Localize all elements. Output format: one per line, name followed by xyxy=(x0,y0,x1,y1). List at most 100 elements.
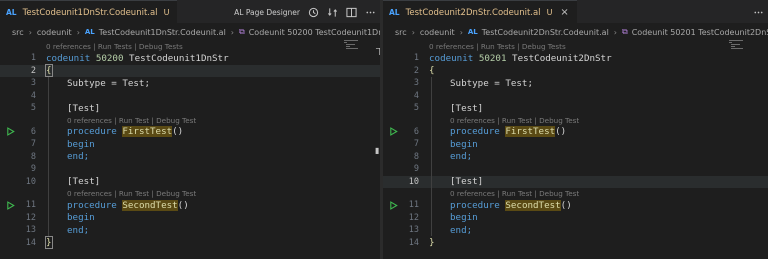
breadcrumb-symbol[interactable]: Codeunit 50201 TestCodeunit2DnStr xyxy=(632,28,768,37)
chevron-right-icon: › xyxy=(28,27,32,37)
line-content: [Test] xyxy=(450,176,484,188)
codelens-top[interactable]: 0 references | Run Tests | Debug Tests xyxy=(429,42,566,51)
minimap[interactable] xyxy=(344,40,372,62)
line-number: 1 xyxy=(413,53,419,64)
code-editor[interactable]: 0 references | Run Tests | Debug Tests 1… xyxy=(0,40,380,259)
brace: { xyxy=(45,64,53,78)
line-number: 5 xyxy=(413,103,419,114)
code-line: 14 } xyxy=(383,237,768,250)
code-editor[interactable]: 0 references | Run Tests | Debug Tests 1… xyxy=(383,40,768,259)
chevron-right-icon: › xyxy=(411,27,415,37)
minimap-line xyxy=(346,44,355,45)
code-line: 9 xyxy=(383,163,768,176)
history-icon[interactable] xyxy=(307,6,319,18)
line-number: 7 xyxy=(30,139,36,150)
line-number: 10 xyxy=(25,176,36,187)
codelens-first[interactable]: 0 references | Run Test | Debug Test xyxy=(450,116,579,125)
keyword: procedure xyxy=(67,126,117,138)
breadcrumb-src[interactable]: src xyxy=(395,28,407,37)
ellipsis-icon[interactable] xyxy=(752,6,764,18)
line-content: [Test] xyxy=(67,102,101,114)
code-line: 2 { xyxy=(383,65,768,78)
codelens-row: 0 references | Run Test | Debug Test xyxy=(383,188,768,199)
tab-bar: AL TestCodeunit1DnStr.Codeunit.al U AL P… xyxy=(0,0,380,24)
code-line: 7 begin xyxy=(383,138,768,151)
codelens-second[interactable]: 0 references | Run Test | Debug Test xyxy=(450,189,579,198)
codelens-top[interactable]: 0 references | Run Tests | Debug Tests xyxy=(46,42,183,51)
tab-testcodeunit2[interactable]: AL TestCodeunit2DnStr.Codeunit.al U × xyxy=(383,0,577,24)
code-line: 8 end; xyxy=(383,151,768,164)
line-number: 11 xyxy=(25,200,36,211)
code-line: 3 Subtype = Test; xyxy=(0,77,380,90)
line-content: codeunit 50200 TestCodeunit1DnStr xyxy=(46,53,229,64)
minimap-line xyxy=(346,46,350,47)
code-line: 6 procedure FirstTest() xyxy=(383,126,768,139)
close-icon[interactable]: × xyxy=(560,7,568,18)
codelens-row: 0 references | Run Test | Debug Test xyxy=(383,115,768,126)
line-content: } xyxy=(429,237,435,249)
line-number: 1 xyxy=(30,53,36,64)
tab-testcodeunit1[interactable]: AL TestCodeunit1DnStr.Codeunit.al U xyxy=(0,0,178,24)
code-line: 12 begin xyxy=(0,212,380,225)
compare-icon[interactable] xyxy=(326,6,338,18)
line-number: 13 xyxy=(25,225,36,236)
line-number: 9 xyxy=(30,164,36,175)
page-designer-button[interactable]: AL Page Designer xyxy=(234,8,300,17)
codelens-second[interactable]: 0 references | Run Test | Debug Test xyxy=(67,189,196,198)
code-line: 1 codeunit 50201 TestCodeunit2DnStr xyxy=(383,52,768,65)
line-content: codeunit 50201 TestCodeunit2DnStr xyxy=(429,53,612,64)
right-editor-group: AL TestCodeunit2DnStr.Codeunit.al U × sr… xyxy=(383,0,768,259)
line-content: procedure SecondTest() xyxy=(450,199,572,211)
al-file-icon: AL xyxy=(6,8,17,17)
codelens-first[interactable]: 0 references | Run Test | Debug Test xyxy=(67,116,196,125)
line-number: 3 xyxy=(413,78,419,89)
editor-actions: AL Page Designer xyxy=(234,0,376,24)
code-line: 13 end; xyxy=(0,224,380,237)
breadcrumb-file[interactable]: TestCodeunit2DnStr.Codeunit.al xyxy=(482,28,609,37)
line-number: 11 xyxy=(408,200,419,211)
line-content: procedure SecondTest() xyxy=(67,199,189,211)
codelens-row: 0 references | Run Test | Debug Test xyxy=(0,115,380,126)
minimap-line xyxy=(729,40,743,41)
breadcrumb-src[interactable]: src xyxy=(12,28,24,37)
code-line: 5 [Test] xyxy=(0,102,380,115)
breadcrumb-symbol[interactable]: Codeunit 50200 TestCodeunit1DnStr xyxy=(249,28,380,37)
codelens-row: 0 references | Run Test | Debug Test xyxy=(0,188,380,199)
line-number: 2 xyxy=(30,65,36,76)
code-line: 8 end; xyxy=(0,151,380,164)
line-number: 5 xyxy=(30,103,36,114)
indent-guide xyxy=(431,77,432,236)
breadcrumb-file[interactable]: TestCodeunit1DnStr.Codeunit.al xyxy=(99,28,226,37)
line-number: 13 xyxy=(408,225,419,236)
line-number: 12 xyxy=(408,212,419,223)
line-number: 3 xyxy=(30,78,36,89)
line-content: begin xyxy=(450,212,478,224)
code-line: 11 procedure SecondTest() xyxy=(0,199,380,212)
chevron-right-icon: › xyxy=(76,27,80,37)
line-number: 14 xyxy=(25,237,36,248)
line-content: end; xyxy=(67,151,90,163)
minimap[interactable] xyxy=(729,40,757,62)
line-content: begin xyxy=(67,138,95,150)
line-content: procedure FirstTest() xyxy=(67,126,184,138)
breadcrumb-folder[interactable]: codeunit xyxy=(420,28,455,37)
procedure-name: SecondTest xyxy=(505,199,561,211)
parens: () xyxy=(560,199,572,211)
split-editor-icon[interactable] xyxy=(345,6,357,18)
code-line: 14 } xyxy=(0,236,380,250)
code-line: 13 end; xyxy=(383,224,768,237)
object-name: TestCodeunit1DnStr xyxy=(129,52,229,64)
line-number: 6 xyxy=(413,126,419,137)
breadcrumb-folder[interactable]: codeunit xyxy=(37,28,72,37)
line-content: begin xyxy=(67,212,95,224)
al-file-icon: AL xyxy=(84,28,95,36)
line-content: Subtype = Test; xyxy=(450,77,533,89)
code-line: 6 procedure FirstTest() xyxy=(0,126,380,139)
code-line: 3 Subtype = Test; xyxy=(383,77,768,90)
ellipsis-icon[interactable] xyxy=(364,6,376,18)
line-number: 8 xyxy=(413,151,419,162)
minimap-line xyxy=(731,48,743,49)
parens: () xyxy=(172,126,184,138)
keyword: procedure xyxy=(450,126,500,138)
minimap-line xyxy=(729,42,732,43)
